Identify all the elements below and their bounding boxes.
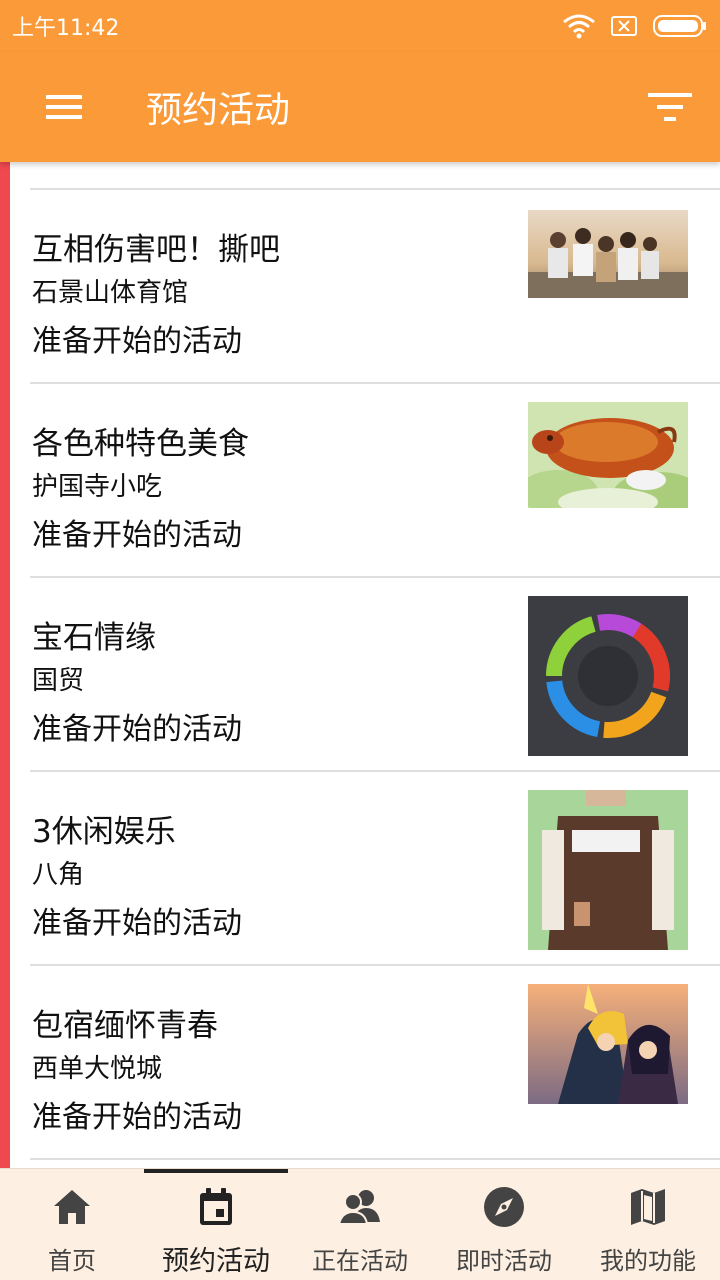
activity-location: 西单大悦城 [32, 1054, 163, 1084]
map-icon [631, 1189, 665, 1225]
activity-location: 国贸 [32, 666, 85, 696]
activity-thumbnail [528, 790, 688, 950]
activity-thumbnail [528, 402, 688, 508]
activity-status: 准备开始的活动 [32, 1100, 242, 1135]
activity-title: 各色种特色美食 [32, 426, 249, 462]
compass-icon [484, 1187, 524, 1227]
tab-my-features[interactable]: 我的功能 [576, 1169, 720, 1280]
tab-label: 预约活动 [162, 1246, 270, 1277]
activity-location: 八角 [32, 860, 85, 890]
tab-home[interactable]: 首页 [0, 1169, 144, 1280]
no-sim-icon [611, 16, 637, 36]
system-icons [562, 13, 708, 39]
active-tab-indicator [144, 1169, 288, 1173]
tab-label: 即时活动 [456, 1247, 552, 1275]
tab-instant[interactable]: 即时活动 [432, 1169, 576, 1280]
battery-icon [653, 15, 706, 37]
tab-label: 我的功能 [600, 1247, 696, 1275]
wifi-icon [563, 14, 595, 39]
tab-ongoing[interactable]: 正在活动 [288, 1169, 432, 1280]
bottom-navigation: 首页 预约活动 正在活动 即时活动 我的功能 [0, 1168, 720, 1280]
activity-list[interactable]: 互相伤害吧！撕吧 石景山体育馆 准备开始的活动 各色种特色美食 护国寺小吃 准备… [0, 162, 720, 1168]
activity-status: 准备开始的活动 [32, 324, 242, 359]
activity-item[interactable]: 宝石情缘 国贸 准备开始的活动 [0, 578, 720, 772]
tab-label: 正在活动 [312, 1247, 408, 1275]
list-divider [30, 1158, 720, 1160]
people-icon [338, 1190, 380, 1225]
activity-title: 包宿缅怀青春 [32, 1008, 218, 1044]
activity-location: 石景山体育馆 [32, 278, 189, 308]
activity-thumbnail [528, 210, 688, 298]
activity-thumbnail [528, 984, 688, 1104]
activity-status: 准备开始的活动 [32, 712, 242, 747]
home-icon [54, 1190, 90, 1224]
activity-location: 护国寺小吃 [32, 472, 163, 502]
activity-item[interactable]: 互相伤害吧！撕吧 石景山体育馆 准备开始的活动 [0, 190, 720, 384]
tab-label: 首页 [48, 1247, 96, 1275]
activity-item[interactable]: 各色种特色美食 护国寺小吃 准备开始的活动 [0, 384, 720, 578]
activity-title: 宝石情缘 [32, 620, 156, 656]
activity-status: 准备开始的活动 [32, 518, 242, 553]
activity-title: 互相伤害吧！撕吧 [32, 232, 280, 268]
tab-reservations[interactable]: 预约活动 [144, 1169, 288, 1280]
status-time: 上午11:42 [12, 16, 120, 41]
filter-icon [648, 93, 692, 121]
list-edge-indicator [0, 162, 10, 1168]
filter-button[interactable] [620, 52, 720, 162]
activity-thumbnail [528, 596, 688, 756]
menu-button[interactable] [0, 52, 128, 162]
app-bar: 预约活动 [0, 52, 720, 162]
page-title: 预约活动 [146, 90, 291, 131]
activity-status: 准备开始的活动 [32, 906, 242, 941]
activity-title: 3休闲娱乐 [32, 814, 176, 850]
menu-icon [46, 95, 82, 119]
activity-item[interactable]: 3休闲娱乐 八角 准备开始的活动 [0, 772, 720, 966]
activity-item[interactable]: 包宿缅怀青春 西单大悦城 准备开始的活动 [0, 966, 720, 1160]
calendar-icon [200, 1188, 232, 1225]
status-bar: 上午11:42 [0, 0, 720, 52]
